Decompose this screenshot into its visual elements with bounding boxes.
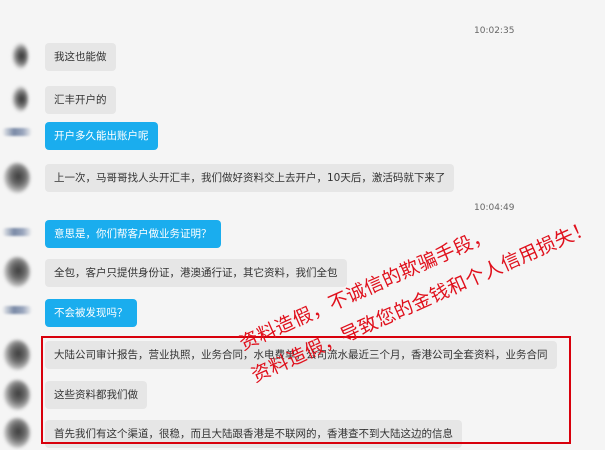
timestamp: 10:04:49 bbox=[474, 203, 515, 213]
message-bubble-sent: 意思是，你们帮客户做业务证明？ bbox=[45, 220, 221, 248]
message-bubble-sent: 开户多久能出账户呢 bbox=[45, 122, 158, 150]
contact-avatar[interactable] bbox=[4, 257, 30, 287]
chat-screenshot: 10:02:35 我这也能做 汇丰开户的 开户多久能出账户呢 上一次，马哥哥找人… bbox=[0, 0, 605, 450]
message-bubble-received: 全包，客户只提供身份证，港澳通行证，其它资料，我们全包 bbox=[45, 259, 347, 287]
contact-avatar[interactable] bbox=[12, 86, 28, 112]
message-bubble-received: 我这也能做 bbox=[45, 43, 116, 71]
timestamp: 10:02:35 bbox=[474, 26, 515, 36]
message-bubble-received: 上一次，马哥哥找人头开汇丰，我们做好资料交上去开户，10天后，激活码就下来了 bbox=[45, 164, 455, 192]
user-avatar[interactable] bbox=[2, 228, 32, 236]
message-bubble-sent: 不会被发现吗？ bbox=[45, 299, 137, 327]
user-avatar[interactable] bbox=[2, 128, 32, 136]
user-avatar[interactable] bbox=[2, 306, 32, 314]
contact-avatar[interactable] bbox=[4, 418, 30, 448]
contact-avatar[interactable] bbox=[12, 43, 28, 69]
contact-avatar[interactable] bbox=[4, 380, 30, 410]
contact-avatar[interactable] bbox=[4, 340, 30, 370]
contact-avatar[interactable] bbox=[4, 163, 30, 193]
message-bubble-received: 汇丰开户的 bbox=[45, 86, 116, 114]
